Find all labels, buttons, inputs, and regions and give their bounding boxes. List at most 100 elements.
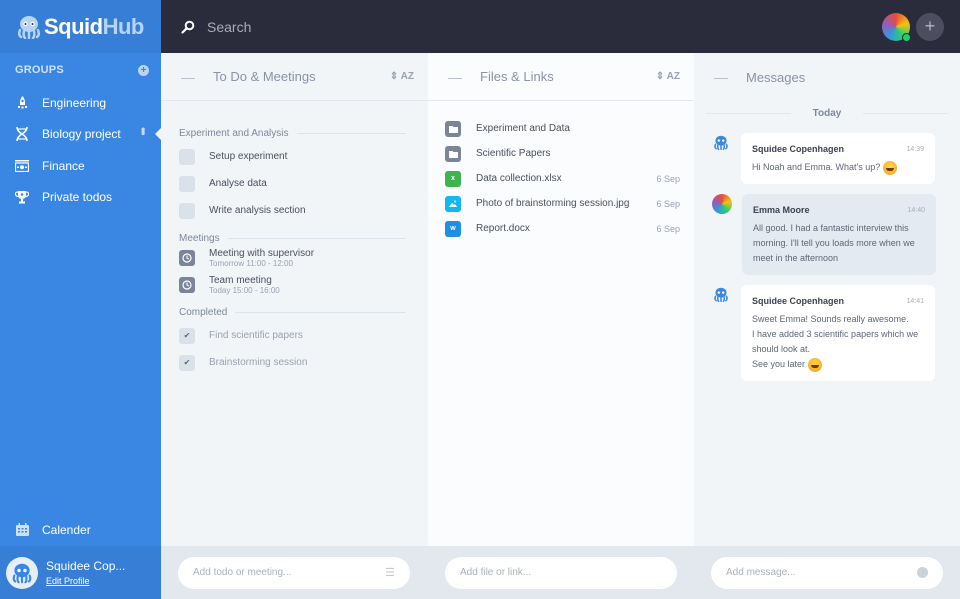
file-item[interactable]: Photo of brainstorming session.jpg 6 Sep bbox=[428, 191, 694, 216]
column-title: Files & Links bbox=[480, 69, 554, 84]
checkbox-checked[interactable]: ✔ bbox=[179, 327, 195, 344]
todo-label: Write analysis section bbox=[209, 205, 306, 216]
message-bubble: Squidee Copenhagen 14:41 Sweet Emma! Soun… bbox=[741, 285, 935, 381]
file-name: Photo of brainstorming session.jpg bbox=[476, 198, 630, 209]
message: Squidee Copenhagen 14:41 Sweet Emma! Soun… bbox=[694, 285, 960, 381]
meeting-title: Meeting with supervisor bbox=[209, 248, 315, 259]
column-title: Messages bbox=[746, 69, 806, 85]
file-item[interactable]: Experiment and Data bbox=[428, 116, 694, 141]
dna-icon bbox=[15, 127, 29, 142]
todo-item[interactable]: Setup experiment bbox=[161, 143, 428, 170]
meeting-item[interactable]: Meeting with supervisor Tomorrow 11:00 - … bbox=[161, 248, 428, 275]
add-message-input[interactable] bbox=[726, 567, 917, 578]
avatar[interactable] bbox=[6, 556, 38, 589]
sidebar: SquidHub GROUPS + Engineering Biology pr… bbox=[0, 0, 161, 599]
profile-name: Squidee Cop... bbox=[46, 559, 126, 573]
todo-input-wrapper: ☰ bbox=[178, 556, 410, 589]
todo-item[interactable]: Write analysis section bbox=[161, 197, 428, 224]
clock-icon bbox=[179, 250, 195, 266]
checkbox[interactable] bbox=[179, 202, 195, 219]
day-divider: Today bbox=[694, 101, 960, 125]
user-avatar[interactable] bbox=[882, 13, 911, 42]
message-text: Hi Noah and Emma. What's up? bbox=[752, 162, 881, 172]
file-item[interactable]: w Report.docx 6 Sep bbox=[428, 216, 694, 241]
sort-button[interactable]: ⇕ AZ bbox=[656, 71, 680, 82]
message-text: All good. I had a fantastic interview th… bbox=[753, 223, 915, 263]
logo[interactable]: SquidHub bbox=[0, 0, 161, 53]
sort-button[interactable]: ⇕ AZ bbox=[390, 71, 414, 82]
emma-avatar bbox=[712, 194, 732, 214]
todo-label: Analyse data bbox=[209, 178, 267, 189]
todo-header: — To Do & Meetings ⇕ AZ bbox=[161, 53, 428, 101]
sidebar-item-label: Calender bbox=[42, 522, 91, 537]
todo-footer: ☰ bbox=[161, 546, 428, 599]
more-options-icon[interactable]: ••• bbox=[136, 127, 150, 134]
meeting-time: Tomorrow 11:00 - 12:00 bbox=[209, 259, 293, 268]
message-input-wrapper bbox=[711, 556, 943, 589]
online-status-indicator bbox=[902, 33, 911, 42]
collapse-icon[interactable]: — bbox=[181, 69, 195, 85]
file-item[interactable]: x Data collection.xlsx 6 Sep bbox=[428, 166, 694, 191]
message: Emma Moore 14:40 All good. I had a fantas… bbox=[694, 194, 960, 275]
meeting-item[interactable]: Team meeting Today 15:00 - 16:00 bbox=[161, 275, 428, 302]
message-author: Squidee Copenhagen bbox=[752, 296, 845, 306]
clock-icon bbox=[179, 277, 195, 293]
calendar-icon bbox=[15, 523, 29, 537]
add-file-input[interactable] bbox=[460, 567, 662, 578]
message-text: Sweet Emma! Sounds really awesome. I hav… bbox=[752, 314, 919, 369]
squid-logo-icon bbox=[17, 15, 41, 39]
todo-item-completed[interactable]: ✔ Brainstorming session bbox=[161, 349, 428, 376]
messages-header: — Messages bbox=[694, 53, 960, 101]
files-column: — Files & Links ⇕ AZ Experiment and Data… bbox=[428, 53, 694, 546]
todo-item[interactable]: Analyse data bbox=[161, 170, 428, 197]
file-date: 6 Sep bbox=[656, 173, 680, 184]
groups-title: GROUPS bbox=[15, 64, 64, 76]
collapse-icon[interactable]: — bbox=[448, 69, 462, 85]
section-title: Completed bbox=[179, 306, 228, 318]
file-item[interactable]: Scientific Papers bbox=[428, 141, 694, 166]
add-button[interactable]: + bbox=[916, 13, 944, 41]
menu-icon[interactable]: ☰ bbox=[385, 566, 395, 579]
column-title: To Do & Meetings bbox=[213, 69, 316, 84]
checkbox-checked[interactable]: ✔ bbox=[179, 354, 195, 371]
message-bubble: Emma Moore 14:40 All good. I had a fantas… bbox=[742, 194, 936, 275]
section-heading: Meetings bbox=[161, 228, 428, 248]
sidebar-item-label: Biology project bbox=[42, 127, 121, 142]
section-heading: Completed bbox=[161, 302, 428, 322]
sidebar-item-engineering[interactable]: Engineering bbox=[0, 87, 161, 119]
sidebar-item-calendar[interactable]: Calender bbox=[0, 514, 161, 546]
message-time: 14:39 bbox=[906, 145, 924, 153]
sidebar-item-finance[interactable]: Finance bbox=[0, 150, 161, 182]
grinning-emoji-icon bbox=[807, 357, 822, 372]
sort-label: AZ bbox=[666, 71, 680, 82]
profile-section: Squidee Cop... Edit Profile bbox=[0, 546, 161, 599]
meeting-title: Team meeting bbox=[209, 275, 272, 286]
grinning-emoji-icon bbox=[882, 160, 897, 175]
add-group-button[interactable]: + bbox=[138, 64, 149, 76]
search-input[interactable] bbox=[207, 18, 707, 35]
todo-label: Brainstorming session bbox=[209, 357, 308, 368]
emoji-picker-icon[interactable] bbox=[917, 567, 928, 578]
meeting-time: Today 15:00 - 16:00 bbox=[209, 286, 280, 295]
checkbox[interactable] bbox=[179, 175, 195, 192]
sidebar-item-private-todos[interactable]: Private todos bbox=[0, 182, 161, 214]
messages-footer bbox=[694, 546, 960, 599]
checkbox[interactable] bbox=[179, 148, 195, 165]
sidebar-item-label: Private todos bbox=[42, 190, 113, 205]
section-title: Experiment and Analysis bbox=[179, 127, 289, 139]
todo-label: Setup experiment bbox=[209, 151, 288, 162]
todo-item-completed[interactable]: ✔ Find scientific papers bbox=[161, 322, 428, 349]
folder-icon bbox=[445, 145, 461, 162]
image-file-icon bbox=[445, 195, 461, 212]
message-time: 14:40 bbox=[907, 206, 925, 214]
logo-text-accent: Hub bbox=[102, 13, 145, 39]
todo-column: — To Do & Meetings ⇕ AZ Experiment and A… bbox=[161, 53, 428, 546]
file-name: Report.docx bbox=[476, 223, 530, 234]
groups-header: GROUPS + bbox=[0, 53, 161, 87]
sidebar-item-biology-project[interactable]: Biology project ••• bbox=[0, 119, 161, 151]
add-todo-input[interactable] bbox=[193, 567, 386, 578]
squid-avatar-icon bbox=[712, 285, 730, 303]
file-input-wrapper bbox=[445, 556, 677, 589]
collapse-icon[interactable]: — bbox=[714, 69, 728, 85]
edit-profile-link[interactable]: Edit Profile bbox=[46, 576, 125, 586]
